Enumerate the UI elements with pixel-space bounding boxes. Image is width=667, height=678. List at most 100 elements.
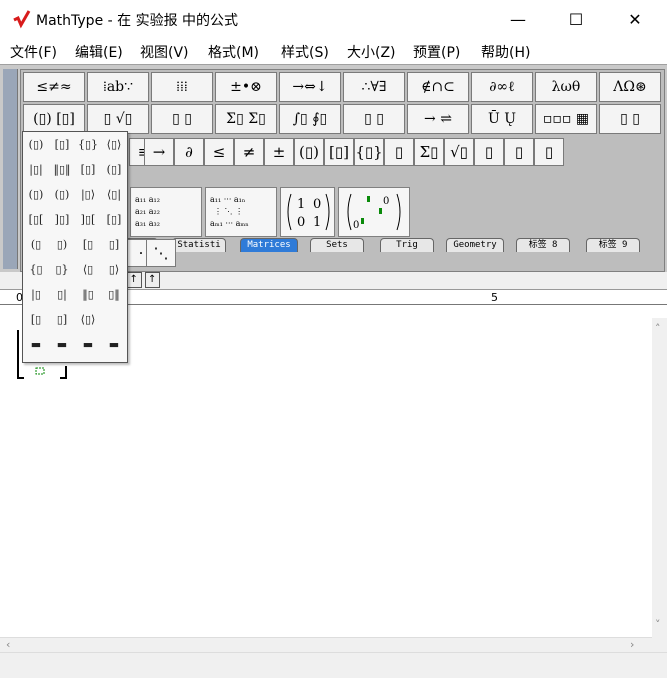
- small-pm[interactable]: ±: [264, 138, 294, 166]
- fence-floor[interactable]: [▯]: [77, 163, 99, 176]
- palette-logic[interactable]: ∴∀∃: [343, 72, 405, 102]
- fence-left-bracket[interactable]: [▯: [77, 238, 99, 251]
- horizontal-scrollbar[interactable]: ‹ ›: [0, 637, 652, 653]
- fence-ket[interactable]: |▯⟩: [77, 188, 99, 201]
- fence-right-bracket[interactable]: ▯]: [103, 238, 125, 251]
- fence-horizontal-bracket-bottom[interactable]: ▬: [103, 338, 125, 351]
- small-partial[interactable]: ∂: [174, 138, 204, 166]
- small-leq[interactable]: ≤: [204, 138, 234, 166]
- tab-sets[interactable]: Sets: [310, 238, 364, 252]
- fence-brackets[interactable]: [▯]: [51, 138, 73, 151]
- dots-diagonal[interactable]: ⋱: [146, 239, 176, 267]
- fence-row4-a[interactable]: [▯[: [25, 213, 47, 226]
- fence-horizontal-bracket-top[interactable]: ▬: [77, 338, 99, 351]
- fence-left-double-bar[interactable]: ‖▯: [77, 288, 99, 301]
- menu-view[interactable]: 视图(V): [140, 42, 189, 62]
- fence-right-bar[interactable]: ▯|: [51, 288, 73, 301]
- fence-bra[interactable]: ⟨▯|: [103, 188, 125, 201]
- small-parens[interactable]: (▯): [294, 138, 324, 166]
- fence-row4-b[interactable]: ]▯]: [51, 213, 73, 226]
- small-fraction[interactable]: ▯: [384, 138, 414, 166]
- palette-greek-upper[interactable]: ΛΩ⊛: [599, 72, 661, 102]
- palette-products[interactable]: Ū Ų: [471, 104, 533, 134]
- palette-labeled-arrows[interactable]: → ⇌: [407, 104, 469, 134]
- palette-operators[interactable]: ±•⊗: [215, 72, 277, 102]
- fence-horizontal-brace-top[interactable]: ▬: [25, 338, 47, 351]
- palette-fractions[interactable]: ▯ √▯: [87, 104, 149, 134]
- palette-integrals[interactable]: ∫▯ ∮▯: [279, 104, 341, 134]
- small-sqrt[interactable]: √▯: [444, 138, 474, 166]
- small-arrow[interactable]: →: [144, 138, 174, 166]
- menu-file[interactable]: 文件(F): [10, 42, 57, 62]
- menu-edit[interactable]: 编辑(E): [75, 42, 123, 62]
- move-up-alt-icon[interactable]: ↑: [144, 272, 160, 288]
- fence-row3-b[interactable]: (▯): [51, 188, 73, 201]
- palette-bars[interactable]: ▯ ▯: [343, 104, 405, 134]
- palette-summation[interactable]: Σ▯ Σ▯: [215, 104, 277, 134]
- fence-row8-a[interactable]: [▯: [25, 313, 47, 326]
- fence-row4-d[interactable]: [▯]: [103, 213, 125, 226]
- small-subscript[interactable]: ▯: [504, 138, 534, 166]
- fence-left-paren[interactable]: (▯: [25, 238, 47, 251]
- fence-left-bar[interactable]: |▯: [25, 288, 47, 301]
- palette-arrows[interactable]: →⇔↓: [279, 72, 341, 102]
- palette-matrices[interactable]: ▫▫▫ ▦: [535, 104, 597, 134]
- fence-left-brace[interactable]: {▯: [25, 263, 47, 276]
- scroll-left-icon[interactable]: ‹: [6, 638, 10, 651]
- fence-right-paren[interactable]: ▯): [51, 238, 73, 251]
- fence-parens[interactable]: (▯): [25, 138, 47, 151]
- move-up-icon[interactable]: ↑: [126, 272, 142, 288]
- palette-spaces[interactable]: ⁞ab∵: [87, 72, 149, 102]
- fence-horizontal-brace-bottom[interactable]: ▬: [51, 338, 73, 351]
- matrix-general-mxn[interactable]: a₁₁ ··· a₁ₙ ⋮ ⋱ ⋮ aₘ₁ ··· aₘₙ: [205, 187, 277, 237]
- fence-row4-c[interactable]: ]▯[: [77, 213, 99, 226]
- small-subsup[interactable]: ▯: [534, 138, 564, 166]
- maximize-button[interactable]: ☐: [548, 0, 604, 38]
- tab-geometry[interactable]: Geometry: [446, 238, 504, 252]
- scroll-right-icon[interactable]: ›: [630, 638, 634, 651]
- menu-style[interactable]: 样式(S): [281, 42, 329, 62]
- close-button[interactable]: ✕: [607, 0, 663, 38]
- vertical-scrollbar[interactable]: ˄ ˅: [652, 318, 667, 637]
- fence-right-angle[interactable]: ▯⟩: [103, 263, 125, 276]
- tab-statistics[interactable]: Statisti: [172, 238, 226, 252]
- palette-fences[interactable]: (▯) [▯]: [23, 104, 85, 134]
- menu-preferences[interactable]: 预置(P): [413, 42, 460, 62]
- palette-scripts[interactable]: ▯ ▯: [151, 104, 213, 134]
- small-braces[interactable]: {▯}: [354, 138, 384, 166]
- fence-ceil[interactable]: (▯]: [103, 163, 125, 176]
- minimize-button[interactable]: —: [490, 0, 546, 38]
- fence-braces[interactable]: {▯}: [77, 138, 99, 151]
- tab-matrices[interactable]: Matrices: [240, 238, 298, 252]
- fence-double-bars[interactable]: ‖▯‖: [51, 163, 73, 176]
- small-brackets[interactable]: [▯]: [324, 138, 354, 166]
- fence-left-angle[interactable]: ⟨▯: [77, 263, 99, 276]
- tab-label-8[interactable]: 标签 8: [516, 238, 570, 252]
- tab-trig[interactable]: Trig: [380, 238, 434, 252]
- matrix-diagonal[interactable]: 0 0: [338, 187, 410, 237]
- fence-row3-a[interactable]: (▯): [25, 188, 47, 201]
- toolbar-grip[interactable]: [3, 69, 18, 269]
- menu-size[interactable]: 大小(Z): [347, 42, 396, 62]
- fence-row8-c[interactable]: ⟨▯⟩: [77, 313, 99, 326]
- matrix-general-3x3[interactable]: a₁₁ a₁₂ a₂₁ a₂₂ a₃₁ a₃₂: [130, 187, 202, 237]
- fence-right-brace[interactable]: ▯}: [51, 263, 73, 276]
- fence-bars[interactable]: |▯|: [25, 163, 47, 176]
- scroll-up-icon[interactable]: ˄: [655, 322, 661, 335]
- fence-angles[interactable]: ⟨▯⟩: [103, 138, 125, 151]
- small-neq[interactable]: ≠: [234, 138, 264, 166]
- scroll-down-icon[interactable]: ˅: [655, 618, 661, 631]
- palette-sets[interactable]: ∉∩⊂: [407, 72, 469, 102]
- palette-embellishments[interactable]: ⁞⁞⁞: [151, 72, 213, 102]
- tab-label-9[interactable]: 标签 9: [586, 238, 640, 252]
- menu-help[interactable]: 帮助(H): [481, 42, 530, 62]
- palette-relations[interactable]: ≤≠≈: [23, 72, 85, 102]
- equation-editor-area[interactable]: [0, 318, 652, 637]
- small-sum[interactable]: Σ▯: [414, 138, 444, 166]
- small-superscript[interactable]: ▯: [474, 138, 504, 166]
- menu-format[interactable]: 格式(M): [208, 42, 259, 62]
- matrix-identity-2x2[interactable]: 1 0 0 1: [280, 187, 335, 237]
- palette-misc[interactable]: ∂∞ℓ: [471, 72, 533, 102]
- fence-row8-b[interactable]: ▯]: [51, 313, 73, 326]
- palette-boxes[interactable]: ▯ ▯: [599, 104, 661, 134]
